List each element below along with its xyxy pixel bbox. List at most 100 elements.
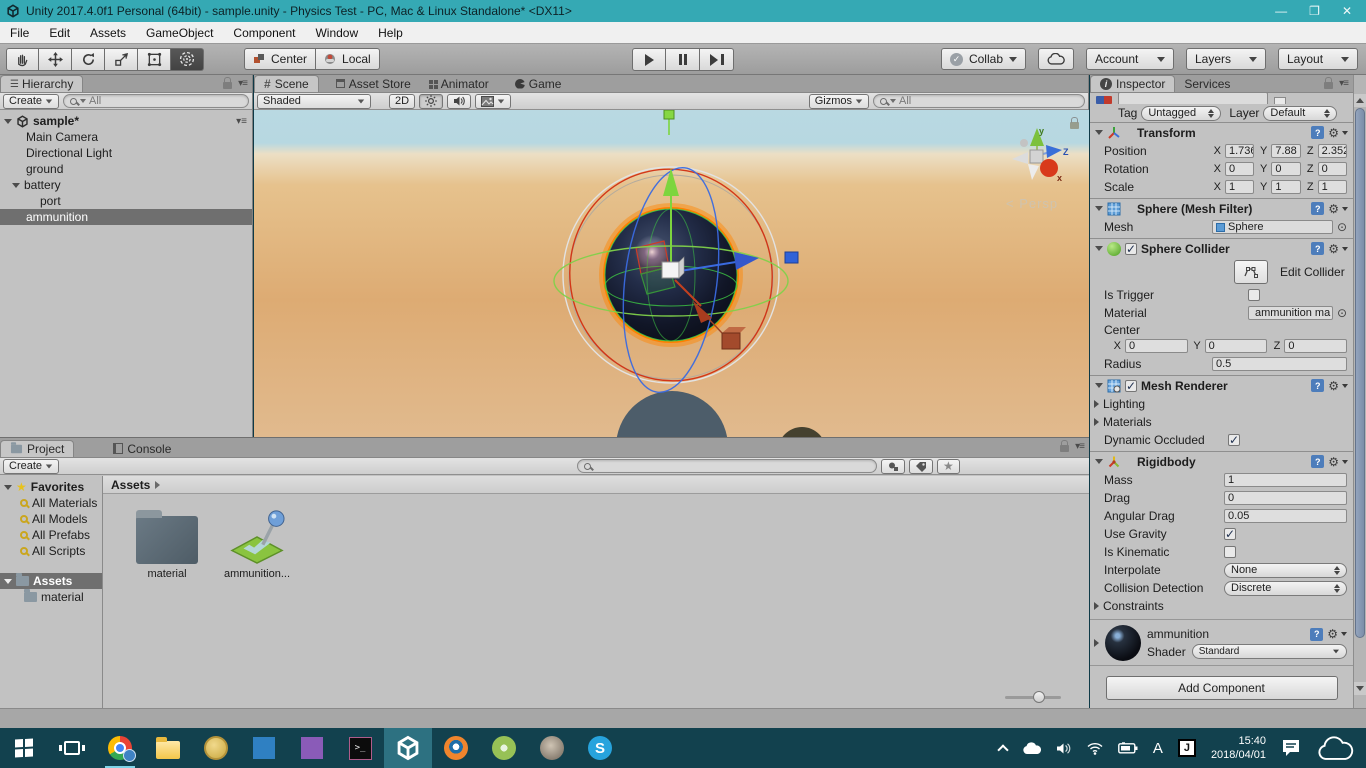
favorite-all-scripts[interactable]: All Scripts (0, 543, 102, 559)
help-icon[interactable] (1311, 455, 1325, 468)
hierarchy-item-directional-light[interactable]: Directional Light (0, 145, 252, 161)
taskbar-chrome[interactable] (96, 728, 144, 768)
hierarchy-search-input[interactable]: All (63, 94, 249, 108)
gizmos-dropdown[interactable]: Gizmos (808, 93, 869, 109)
scene-audio-button[interactable] (447, 93, 472, 109)
hierarchy-item-battery[interactable]: battery (0, 177, 252, 193)
transform-header[interactable]: Transform (1090, 122, 1353, 142)
mesh-renderer-header[interactable]: Mesh Renderer (1090, 375, 1353, 395)
layer-dropdown[interactable]: Default (1263, 105, 1338, 121)
foldout-icon[interactable] (4, 578, 12, 584)
rect-tool-button[interactable] (138, 47, 171, 71)
help-icon[interactable] (1311, 202, 1325, 215)
toggle-2d-button[interactable]: 2D (389, 93, 416, 109)
taskbar-clock[interactable]: 15:40 2018/04/01 (1211, 734, 1266, 762)
edit-collider-button[interactable] (1234, 260, 1268, 284)
gear-icon[interactable] (1328, 203, 1339, 215)
rotation-x-field[interactable]: 0 (1225, 162, 1255, 176)
tab-services[interactable]: Services (1175, 75, 1239, 92)
interpolate-dropdown[interactable]: None (1224, 562, 1347, 578)
layout-dropdown[interactable]: Layout (1278, 48, 1358, 70)
taskbar-skype[interactable] (576, 728, 624, 768)
gear-icon[interactable] (1328, 456, 1339, 468)
menu-window[interactable]: Window (305, 22, 368, 43)
hierarchy-item-ammunition[interactable]: ammunition (0, 209, 252, 225)
minimize-icon[interactable]: — (1275, 4, 1287, 18)
panel-menu-icon[interactable]: ▾≡ (1339, 78, 1349, 89)
tray-expand-icon[interactable] (997, 744, 1009, 756)
menu-gameobject[interactable]: GameObject (136, 22, 223, 43)
favorites-star-button[interactable]: ★ (937, 458, 960, 474)
taskbar-atom[interactable] (192, 728, 240, 768)
mesh-filter-header[interactable]: Sphere (Mesh Filter) (1090, 198, 1353, 218)
lighting-foldout[interactable]: Lighting (1090, 395, 1353, 413)
scene-root-row[interactable]: sample* ▾≡ (0, 113, 252, 129)
scroll-down-button[interactable] (1354, 682, 1366, 695)
taskbar-gimp[interactable] (528, 728, 576, 768)
lock-icon[interactable] (1324, 77, 1334, 89)
taskbar-unity[interactable] (384, 728, 432, 768)
scale-x-field[interactable]: 1 (1225, 180, 1255, 194)
panel-menu-icon[interactable]: ▾≡ (1075, 441, 1085, 452)
favorites-root[interactable]: Favorites (0, 479, 102, 495)
scale-tool-button[interactable] (105, 47, 138, 71)
rotation-y-field[interactable]: 0 (1271, 162, 1301, 176)
object-picker-icon[interactable] (1337, 306, 1347, 320)
taskbar-terminal[interactable] (336, 728, 384, 768)
tag-dropdown[interactable]: Untagged (1141, 105, 1222, 121)
tab-inspector[interactable]: i Inspector (1090, 75, 1176, 92)
material-thumbnail[interactable] (1105, 625, 1141, 661)
rotate-tool-button[interactable] (72, 47, 105, 71)
tab-animator[interactable]: Animator (420, 75, 498, 92)
gameobject-name-field[interactable] (1118, 93, 1268, 104)
tab-game[interactable]: Game (506, 75, 571, 92)
drag-field[interactable]: 0 (1224, 491, 1347, 505)
materials-foldout[interactable]: Materials (1090, 413, 1353, 431)
ime-mode-badge[interactable]: J (1177, 739, 1196, 757)
tab-project[interactable]: Project (0, 440, 75, 457)
ime-language-indicator[interactable]: A (1153, 740, 1163, 757)
project-search-input[interactable] (577, 459, 878, 473)
search-by-label-button[interactable] (909, 458, 934, 474)
wifi-icon[interactable] (1087, 742, 1103, 755)
taskbar-blender[interactable] (432, 728, 480, 768)
hand-tool-button[interactable] (6, 47, 39, 71)
constraints-foldout[interactable]: Constraints (1090, 597, 1353, 615)
foldout-icon[interactable] (1095, 246, 1103, 251)
tab-hierarchy[interactable]: ☰ Hierarchy (0, 75, 84, 92)
space-local-button[interactable]: Local (315, 48, 380, 70)
thumbnail-size-slider[interactable] (1005, 691, 1061, 703)
foldout-icon[interactable] (1095, 459, 1103, 464)
gear-icon[interactable] (1327, 628, 1338, 640)
account-dropdown[interactable]: Account (1086, 48, 1174, 70)
foldout-icon[interactable] (4, 118, 12, 124)
hierarchy-item-port[interactable]: port (0, 193, 252, 209)
menu-assets[interactable]: Assets (80, 22, 136, 43)
start-button[interactable] (0, 728, 48, 768)
taskbar-file-explorer[interactable] (144, 728, 192, 768)
mesh-object-field[interactable]: Sphere (1212, 220, 1333, 234)
foldout-icon[interactable] (1095, 206, 1103, 211)
pause-button[interactable] (666, 48, 700, 71)
menu-help[interactable]: Help (368, 22, 413, 43)
help-icon[interactable] (1311, 242, 1325, 255)
is-trigger-checkbox[interactable] (1248, 289, 1260, 301)
tab-scene[interactable]: # Scene (254, 75, 319, 92)
close-icon[interactable]: ✕ (1342, 4, 1352, 18)
menu-edit[interactable]: Edit (39, 22, 80, 43)
mass-field[interactable]: 1 (1224, 473, 1347, 487)
use-gravity-checkbox[interactable] (1224, 527, 1236, 541)
assets-material-folder-row[interactable]: material (0, 589, 102, 605)
component-enabled-checkbox[interactable] (1125, 379, 1137, 393)
menu-component[interactable]: Component (223, 22, 305, 43)
cloud-button[interactable] (1038, 48, 1074, 70)
search-by-type-button[interactable] (881, 458, 906, 474)
asset-item-material-folder[interactable]: material (129, 508, 205, 580)
rotation-z-field[interactable]: 0 (1317, 162, 1347, 176)
task-view-button[interactable] (48, 728, 96, 768)
scene-viewport[interactable]: y Z x < Persp (254, 110, 1089, 437)
lock-icon[interactable] (1060, 440, 1070, 452)
favorite-all-prefabs[interactable]: All Prefabs (0, 527, 102, 543)
panel-menu-icon[interactable]: ▾≡ (238, 78, 248, 89)
physic-material-field[interactable]: ammunition ma (1248, 306, 1333, 320)
